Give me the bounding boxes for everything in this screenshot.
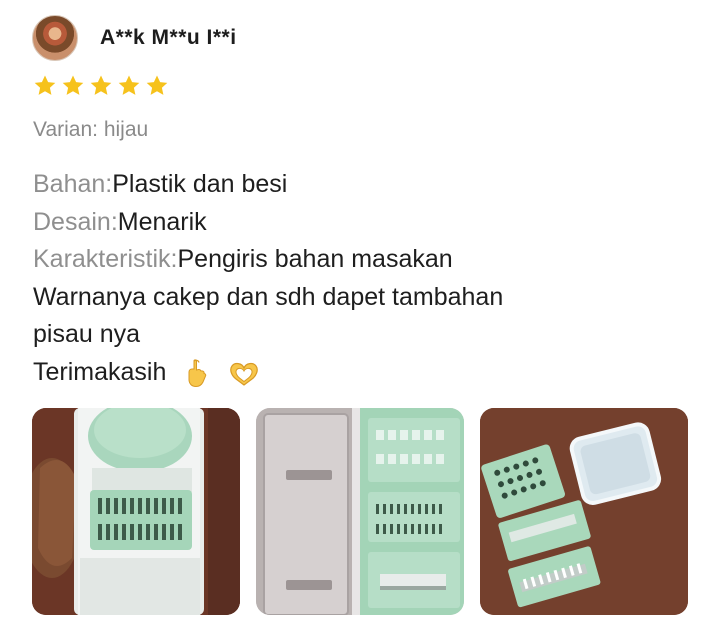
star-icon [62, 75, 84, 95]
review-header: A**k M**u I**i [32, 14, 237, 62]
attribute-label: Desain: [33, 207, 118, 236]
attribute-row-characteristics: Karakteristik:Pengiris bahan masakan [33, 241, 673, 279]
attribute-label: Bahan: [33, 170, 113, 198]
slicer-blades-set-photo[interactable] [480, 408, 688, 615]
slicer-container-open-photo[interactable] [256, 408, 464, 615]
heart-hands-icon [230, 362, 259, 386]
star-icon [34, 75, 56, 95]
attribute-label: Karakteristik: [33, 245, 178, 273]
comment-line: Warnanya cakep dan sdh dapet tambahan [33, 282, 504, 311]
attribute-value: Menarik [117, 207, 207, 236]
star-icon [90, 75, 112, 95]
variant-label: Varian: hijau [33, 118, 149, 141]
review-text: Bahan:Plastik dan besi Desain:Menarik Ka… [33, 166, 673, 391]
attribute-value: Plastik dan besi [112, 170, 288, 198]
reviewer-name[interactable]: A**k M**u I**i [100, 26, 237, 50]
comment-line: pisau nya [33, 320, 141, 348]
attribute-value: Pengiris bahan masakan [177, 245, 453, 273]
attribute-row-material: Bahan:Plastik dan besi [33, 166, 673, 204]
comment-line-thanks: Terimakasih [33, 354, 673, 392]
star-icon [118, 75, 140, 95]
attribute-row-design: Desain:Menarik [33, 204, 673, 242]
reviewer-avatar[interactable] [32, 15, 78, 61]
review-photos [32, 408, 688, 615]
star-icon [146, 75, 168, 95]
slicer-in-hand-photo[interactable] [32, 408, 240, 615]
star-rating [33, 74, 169, 98]
hand-with-index-finger-and-thumb-crossed-icon [188, 359, 207, 387]
comment-line: Terimakasih [33, 357, 167, 386]
